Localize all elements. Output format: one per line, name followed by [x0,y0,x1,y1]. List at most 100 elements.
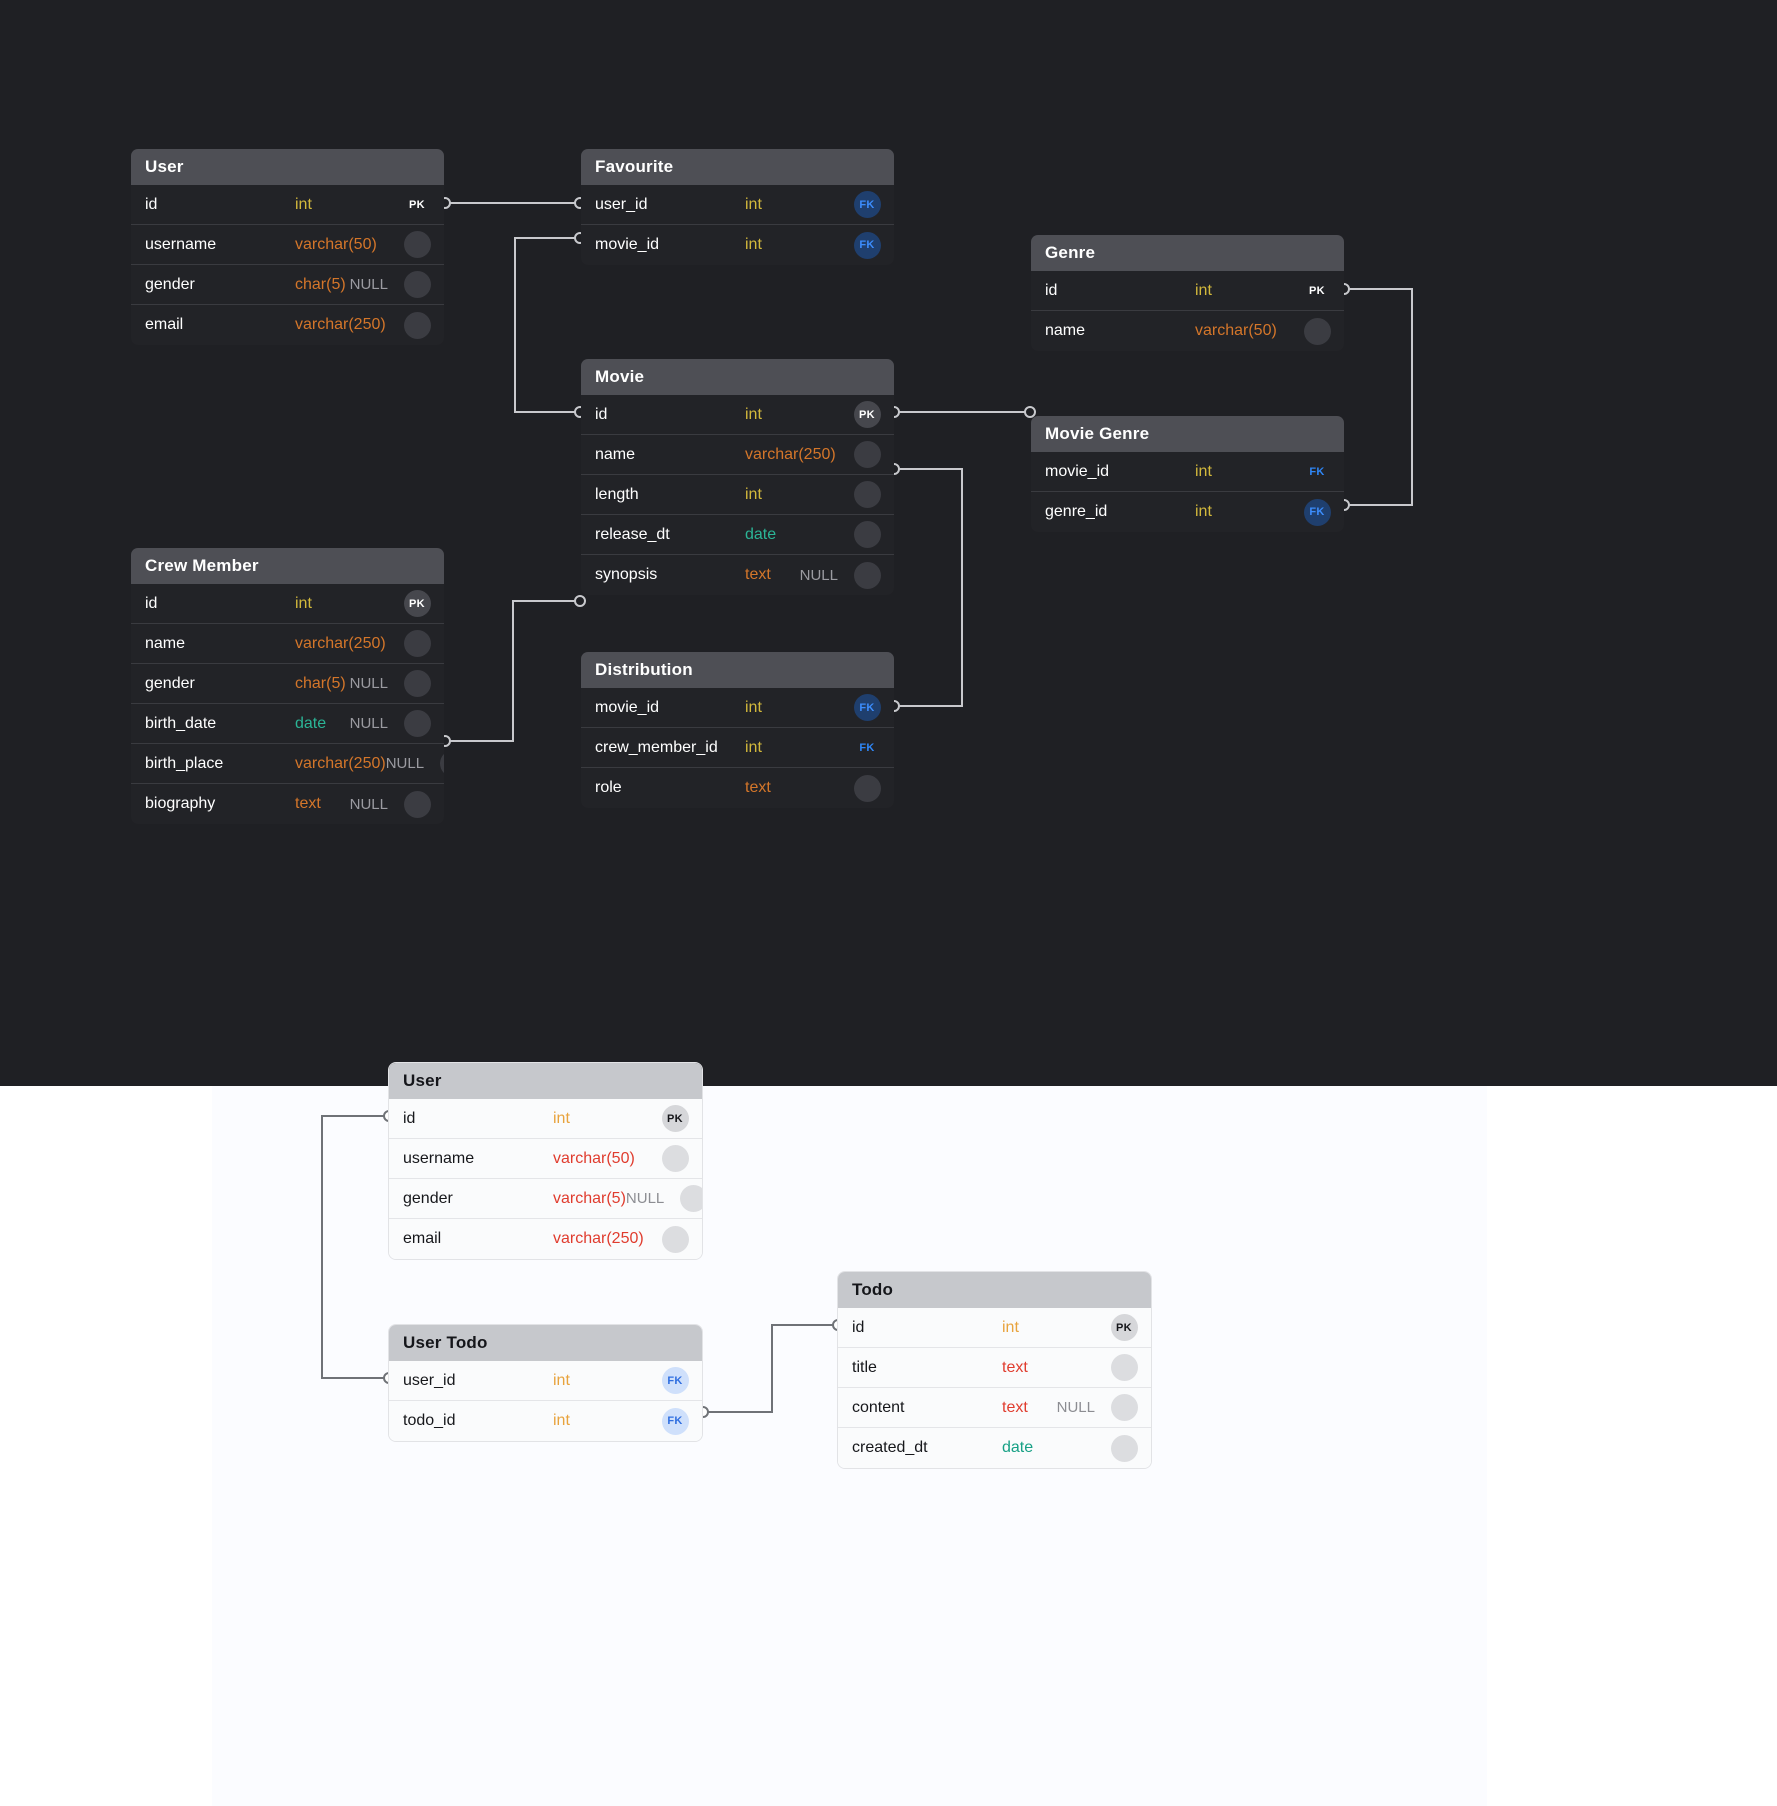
field-row[interactable]: genre_id int FK [1031,492,1344,532]
field-row[interactable]: name varchar(50) [1031,311,1344,351]
key-badge-cell: FK [850,694,884,721]
field-name: birth_place [145,754,224,772]
field-row[interactable]: id int PK [131,185,444,225]
field-row[interactable]: id int PK [131,584,444,624]
field-row[interactable]: movie_id int FK [1031,452,1344,492]
field-name: name [1045,322,1086,339]
entity-table-genre[interactable]: Genre id int PK name varchar(50) [1031,235,1344,351]
foreign-key-badge: FK [661,1407,689,1435]
key-badge-cell: FK [850,742,884,754]
primary-key-badge: PK [853,401,881,428]
field-name: name [595,445,636,463]
field-name: length [595,485,639,503]
entity-table-title: User [131,149,444,185]
field-row[interactable]: gender char(5) NULL [131,265,444,305]
key-badge-cell: PK [1107,1314,1141,1341]
entity-table-movie-genre[interactable]: Movie Genre movie_id int FK genre_id int FK [1031,416,1344,532]
field-row[interactable]: gender char(5) NULL [131,664,444,704]
field-dot-icon [403,271,431,298]
field-row[interactable]: username varchar(50) [389,1139,702,1179]
field-row[interactable]: crew_member_id int FK [581,728,894,768]
field-type: varchar(250) [295,634,386,652]
field-row[interactable]: synopsis text NULL [581,555,894,595]
key-badge-cell [400,271,434,298]
field-name: id [595,405,608,423]
field-row[interactable]: release_dt date [581,515,894,555]
key-badge-cell [850,774,884,802]
field-row[interactable]: id int PK [581,395,894,435]
field-row[interactable]: name varchar(250) [581,435,894,475]
field-dot-icon [853,441,881,468]
field-type: int [295,195,312,213]
field-name: movie_id [595,236,660,253]
field-nullable-label: NULL [625,1190,665,1207]
entity-table-user-todo[interactable]: User Todo user_id int FK todo_id int FK [389,1325,702,1441]
entity-table-todo[interactable]: Todo id int PK title text content text NULL creat… [838,1272,1151,1468]
field-row[interactable]: email varchar(250) [389,1219,702,1259]
entity-table-title: Crew Member [131,548,444,584]
primary-key-badge: PK [1110,1314,1138,1341]
key-badge-cell: FK [658,1407,692,1435]
entity-table-distribution[interactable]: Distribution movie_id int FK crew_member_id i… [581,652,894,808]
field-row[interactable]: user_id int FK [389,1361,702,1401]
entity-table-user[interactable]: User id int PK username varchar(50) gender char… [131,149,444,345]
field-dot-icon [403,710,431,737]
field-name: user_id [403,1371,456,1389]
field-name: id [145,195,158,213]
field-type: varchar(50) [553,1149,635,1167]
field-dot-icon [1110,1394,1138,1421]
entity-table-user-light[interactable]: User id int PK username varchar(50) gender varc… [389,1063,702,1259]
field-row[interactable]: birth_place varchar(250) NULL [131,744,444,784]
relationship-line-user-usertodo [321,1115,388,1379]
entity-table-title: Genre [1031,235,1344,271]
field-row[interactable]: todo_id int FK [389,1401,702,1441]
field-name: gender [145,275,195,293]
entity-table-title: Distribution [581,652,894,688]
field-nullable-label: NULL [799,566,838,584]
field-row[interactable]: name varchar(250) [131,624,444,664]
key-badge-cell [676,1185,702,1212]
field-name: biography [145,795,216,812]
field-dot-icon [403,670,431,697]
field-row[interactable]: movie_id int FK [581,688,894,728]
field-dot-icon [853,774,881,802]
field-type: int [745,485,762,503]
field-row[interactable]: id int PK [838,1308,1151,1348]
field-row[interactable]: biography text NULL [131,784,444,824]
field-type: text [745,779,771,796]
field-name: email [145,316,184,333]
field-row[interactable]: id int PK [389,1099,702,1139]
field-row[interactable]: title text [838,1348,1151,1388]
key-badge-cell: FK [850,191,884,218]
field-row[interactable]: length int [581,475,894,515]
field-type: varchar(250) [745,445,836,463]
field-dot-icon [403,790,431,818]
field-row[interactable]: gender varchar(5) NULL [389,1179,702,1219]
field-nullable-label: NULL [385,755,425,772]
field-row[interactable]: id int PK [1031,271,1344,311]
field-row[interactable]: movie_id int FK [581,225,894,265]
key-badge-cell: PK [850,401,884,428]
field-dot-icon [403,630,431,657]
entity-table-title: Todo [838,1272,1151,1308]
field-row[interactable]: content text NULL [838,1388,1151,1428]
field-row[interactable]: username varchar(50) [131,225,444,265]
field-name: id [403,1109,416,1127]
entity-table-movie[interactable]: Movie id int PK name varchar(250) length int rel… [581,359,894,595]
field-row[interactable]: email varchar(250) [131,305,444,345]
field-type: int [295,594,312,612]
field-name: title [852,1358,877,1376]
field-row[interactable]: user_id int FK [581,185,894,225]
field-row[interactable]: created_dt date [838,1428,1151,1468]
field-dot-icon [1110,1354,1138,1381]
field-dot-icon [439,750,444,777]
field-type: date [1002,1439,1034,1456]
field-row[interactable]: role text [581,768,894,808]
field-row[interactable]: birth_date date NULL [131,704,444,744]
entity-table-crew-member[interactable]: Crew Member id int PK name varchar(250) gender… [131,548,444,824]
field-type: varchar(50) [295,235,377,253]
entity-table-favourite[interactable]: Favourite user_id int FK movie_id int FK [581,149,894,265]
field-name: email [403,1230,442,1247]
field-type: char(5) [295,275,346,293]
key-badge-cell [1107,1394,1141,1421]
